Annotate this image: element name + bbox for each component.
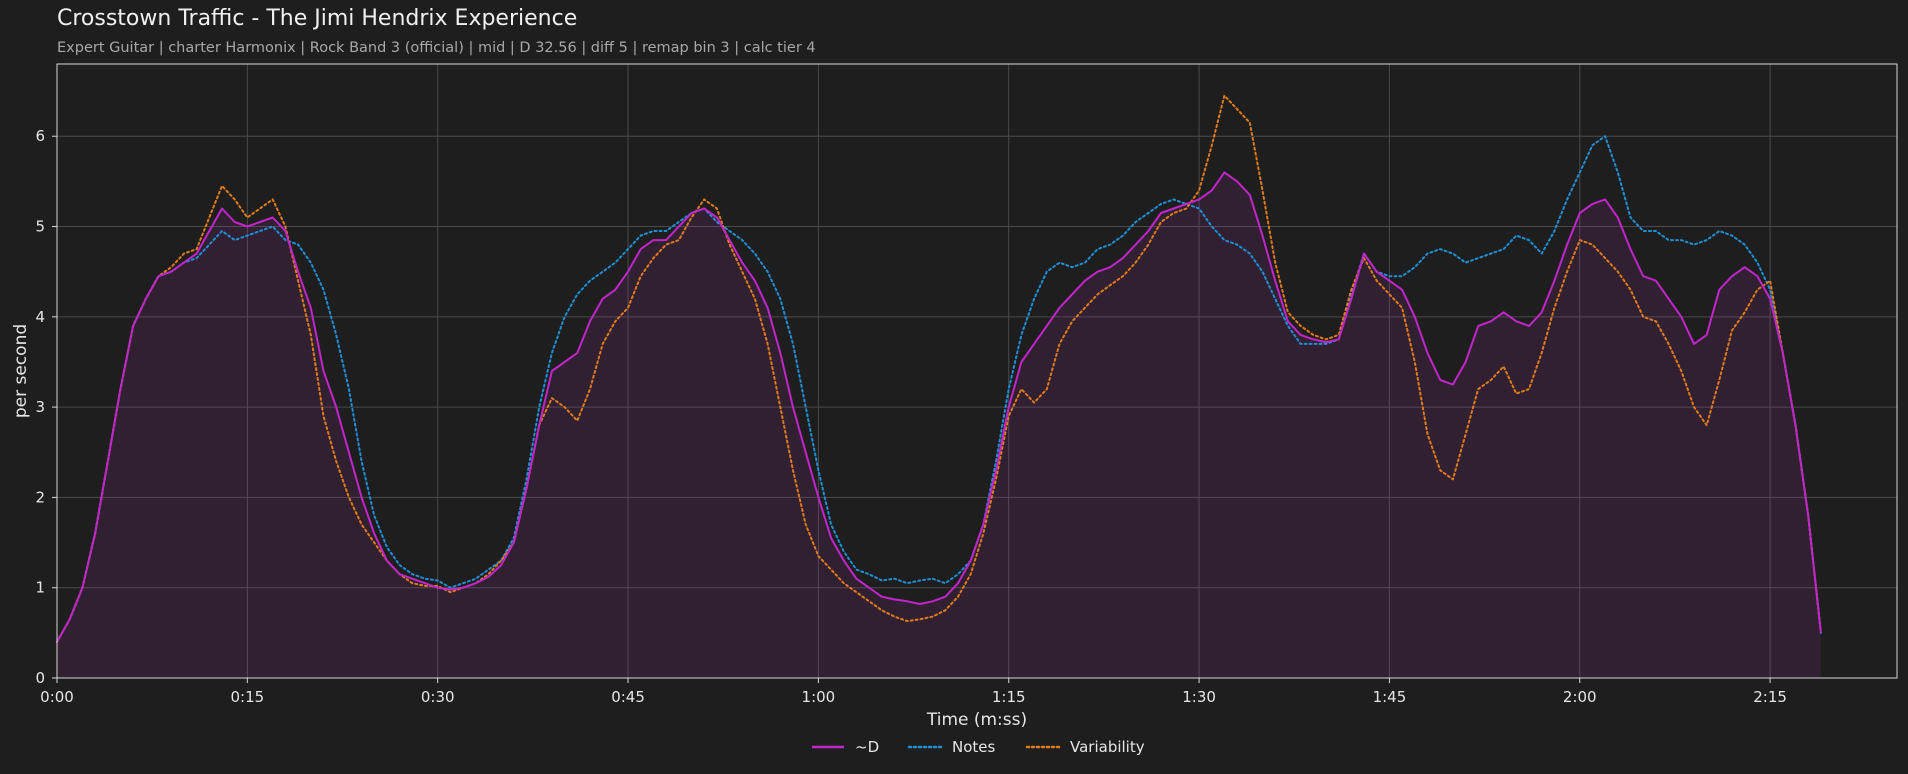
x-tick-label: 0:15 [231, 688, 265, 706]
series-area-d [57, 172, 1821, 678]
y-tick-label: 2 [35, 488, 45, 506]
x-axis-label: Time (m:ss) [926, 710, 1027, 730]
area-fills [57, 172, 1821, 678]
x-tick-label: 1:00 [802, 688, 836, 706]
y-tick-label: 6 [35, 127, 45, 145]
x-tick-label: 1:45 [1373, 688, 1407, 706]
x-axis-ticks: 0:00 0:15 0:30 0:45 1:00 1:15 1:30 1:45 2:00 2:15 [40, 678, 1787, 706]
y-tick-label: 3 [35, 398, 45, 416]
y-tick-label: 0 [35, 669, 45, 687]
legend-label-notes: Notes [952, 738, 996, 756]
chart-canvas: 0:00 0:15 0:30 0:45 1:00 1:15 1:30 1:45 2:00 2:15… [11, 63, 1898, 756]
x-tick-label: 0:00 [40, 688, 74, 706]
y-tick-label: 4 [35, 308, 45, 326]
y-tick-label: 5 [35, 218, 45, 236]
y-axis-ticks: 0 1 2 3 4 5 6 [35, 127, 57, 687]
x-tick-label: 1:15 [992, 688, 1026, 706]
x-tick-label: 0:30 [421, 688, 455, 706]
x-tick-label: 2:15 [1753, 688, 1787, 706]
legend-label-variability: Variability [1070, 738, 1145, 756]
x-tick-label: 1:30 [1182, 688, 1216, 706]
y-axis-label: per second [11, 324, 31, 418]
legend: ~D Notes Variability [812, 738, 1145, 756]
x-tick-label: 0:45 [611, 688, 645, 706]
y-tick-label: 1 [35, 579, 45, 597]
x-tick-label: 2:00 [1563, 688, 1597, 706]
legend-label-d: ~D [855, 738, 879, 756]
